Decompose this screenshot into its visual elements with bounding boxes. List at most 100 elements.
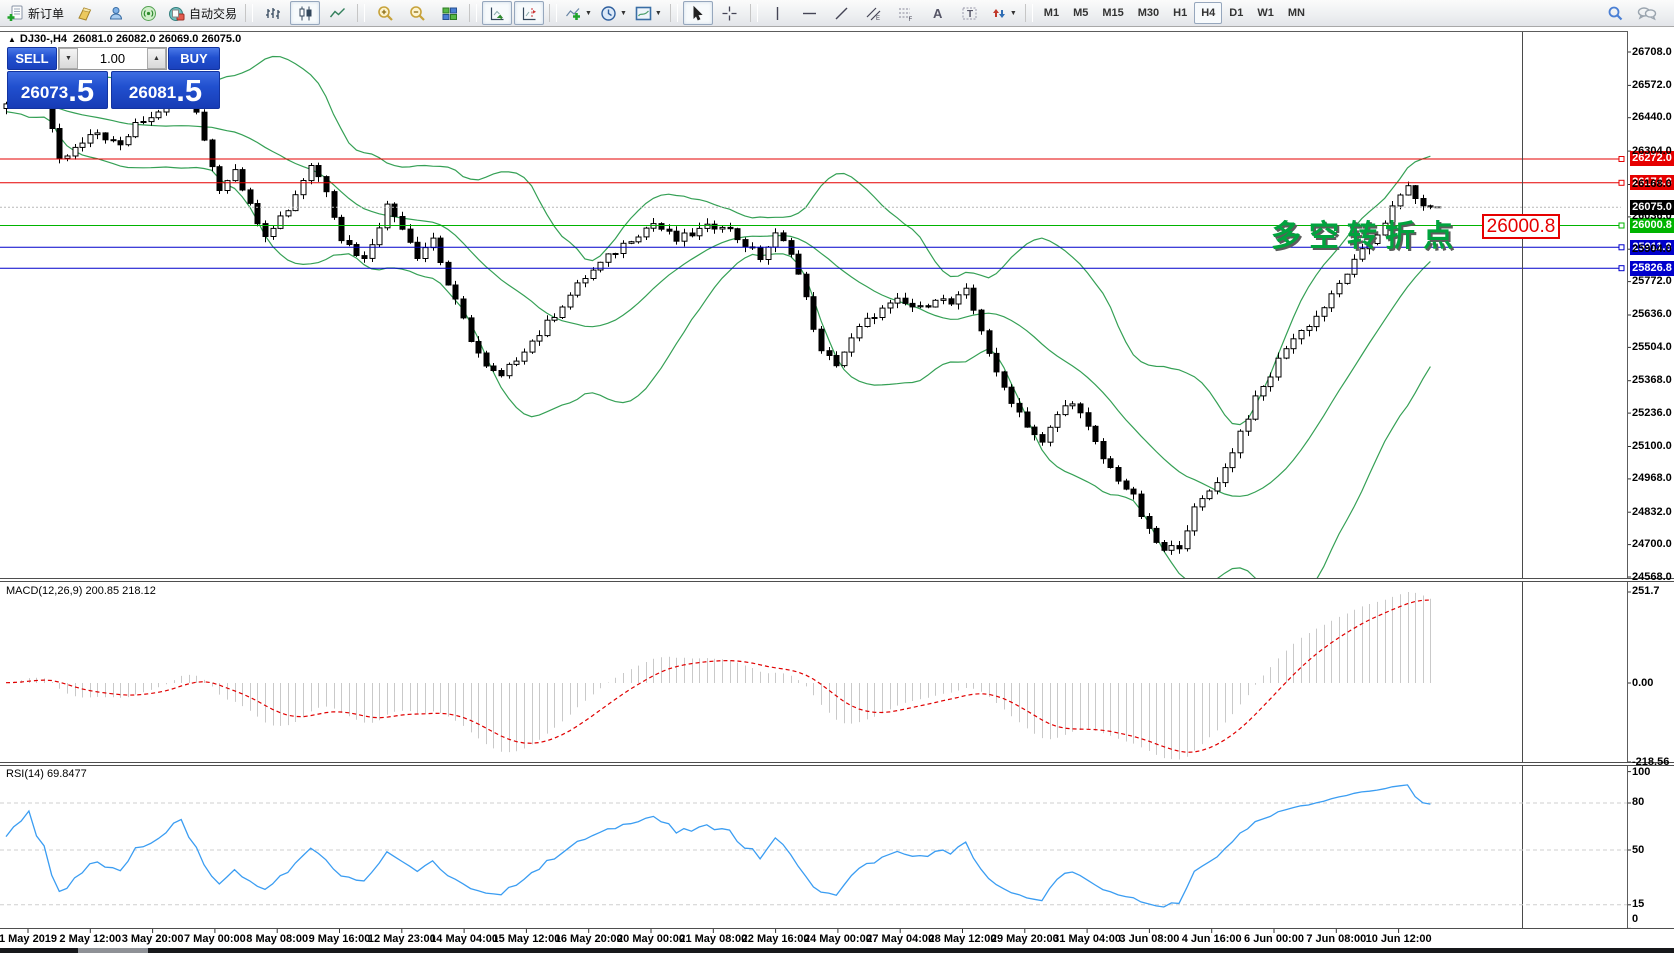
price-tick-label: 24968.0 [1632,472,1672,485]
chart-title: ▲DJ30-,H426081.0 26082.0 26069.0 26075.0 [8,33,241,45]
volume-decrease-button[interactable]: ▼ [59,48,78,69]
candle-up [278,216,283,229]
time-axis-label: 16 May 20:00 [555,933,623,945]
candle-down [316,166,321,177]
candle-down [400,217,405,230]
candle-down [1421,199,1426,206]
candle-down [408,229,413,242]
candle-down [926,306,931,307]
price-tick-label: 26168.0 [1632,178,1672,191]
candle-up [95,133,100,135]
time-axis-label: 24 May 00:00 [804,933,872,945]
line-anchor-square[interactable] [1619,157,1624,162]
candle-down [453,285,458,299]
buy-button[interactable]: BUY [168,47,220,70]
macd-panel-splitter[interactable] [0,578,1674,582]
price-tick-label: 25504.0 [1632,341,1672,354]
candle-down [1093,426,1098,441]
candle-up [720,227,725,229]
candle-down [111,140,116,141]
candle-down [1009,387,1014,403]
candle-down [796,254,801,274]
sell-button[interactable]: SELL [7,47,57,70]
time-axis-label: 3 May 20:00 [122,933,184,945]
time-axis-label: 4 Jun 16:00 [1182,933,1242,945]
price-callout-box[interactable]: 26000.8 [1482,214,1560,239]
candle-down [949,299,954,304]
candle-down [210,140,215,167]
line-anchor-square[interactable] [1619,223,1624,228]
candle-down [819,329,824,351]
candle-down [240,170,245,190]
candle-up [271,228,276,236]
candle-up [1070,404,1075,406]
time-axis-label: 29 May 20:00 [991,933,1059,945]
time-axis-label: 6 Jun 00:00 [1244,933,1304,945]
candle-up [575,283,580,295]
candle-up [65,156,70,158]
candle-up [568,295,573,307]
rsi-panel-splitter[interactable] [0,762,1674,766]
chart-annotation-text[interactable]: 多空转折点 [1271,211,1461,255]
candle-down [332,192,337,218]
line-anchor-square[interactable] [1619,180,1624,185]
price-tick-label: 25236.0 [1632,407,1672,420]
candle-up [88,135,93,144]
line-anchor-square[interactable] [1619,266,1624,271]
candle-up [591,270,596,278]
candle-down [476,342,481,354]
chevron-up-icon: ▲ [153,55,160,62]
candle-down [811,297,816,330]
candle-down [1131,489,1136,494]
candle-up [621,243,626,253]
candle-down [987,331,992,354]
collapse-trade-panel-icon[interactable]: ▲ [8,35,16,44]
sell-price[interactable]: 26073.5 [7,71,108,109]
candle-up [842,352,847,366]
time-axis-label: 28 May 12:00 [929,933,997,945]
candle-down [255,204,260,224]
buy-price[interactable]: 26081.5 [111,71,220,109]
candle-down [499,371,504,376]
time-axis-label: 27 May 04:00 [866,933,934,945]
candle-up [1291,339,1296,349]
candle-up [537,336,542,342]
ohlc-values: 26081.0 26082.0 26069.0 26075.0 [73,33,241,45]
time-axis-label: 22 May 16:00 [742,933,810,945]
candle-up [865,318,870,326]
volume-increase-button[interactable]: ▲ [147,48,166,69]
time-axis-label: 20 May 00:00 [617,933,685,945]
time-axis-label: 7 May 00:00 [184,933,246,945]
price-tick-label: 24700.0 [1632,538,1672,551]
macd-signal-line [6,600,1430,752]
chart-canvas[interactable] [0,0,1674,953]
candle-up [888,303,893,308]
candle-up [1268,377,1273,387]
candle-up [1063,406,1068,415]
candle-up [606,254,611,262]
candle-down [484,353,489,366]
candle-down [1002,372,1007,387]
price-tick-label: 26036.0 [1632,210,1672,223]
candle-down [728,227,733,228]
candle-up [507,364,512,375]
candle-up [545,320,550,335]
candle-down [667,229,672,231]
candle-down [354,245,359,256]
volume-value[interactable]: 1.00 [78,48,147,69]
candle-up [1276,358,1281,377]
candle-down [674,231,679,241]
candle-up [514,361,519,364]
candle-up [1352,259,1357,274]
price-tick-label: 25368.0 [1632,374,1672,387]
candle-up [880,308,885,317]
candle-down [1154,528,1159,542]
candle-down [758,247,763,259]
candle-down [1124,481,1129,489]
candle-up [964,288,969,295]
candle-up [156,112,161,118]
line-anchor-square[interactable] [1619,245,1624,250]
candle-down [1162,543,1167,551]
candle-up [133,123,138,137]
rsi-tick-label: 80 [1632,796,1644,809]
